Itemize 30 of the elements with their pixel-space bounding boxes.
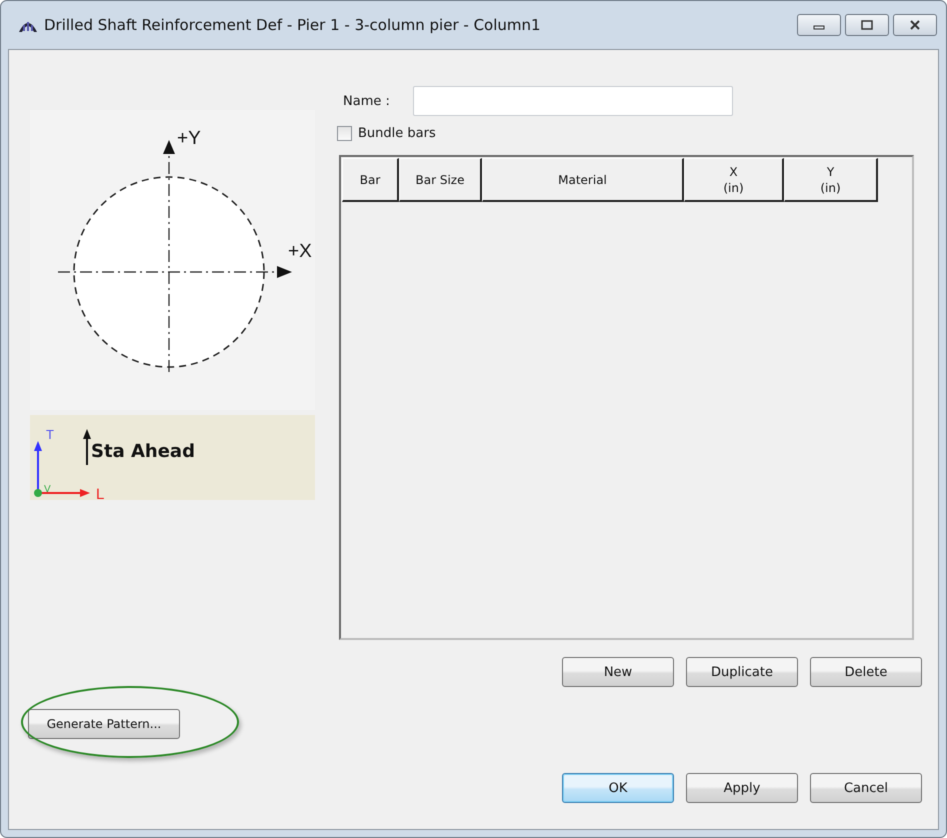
minimize-button[interactable] [797, 14, 841, 36]
l-axis-label: L [96, 486, 104, 500]
y-axis-label: +Y [177, 128, 201, 149]
generate-pattern-button[interactable]: Generate Pattern... [28, 709, 180, 739]
station-arrow [83, 429, 91, 465]
dialog-button[interactable]: OK [562, 773, 674, 803]
column-header: Bar [342, 158, 399, 202]
column-header: Material [482, 158, 684, 202]
column-header: Y (in) [784, 158, 878, 202]
bundle-bars-label: Bundle bars [358, 126, 436, 140]
v-axis-label: V [44, 484, 51, 495]
column-header: Bar Size [399, 158, 482, 202]
dialog-button[interactable]: Apply [686, 773, 798, 803]
close-button[interactable] [893, 14, 937, 36]
x-axis-label: +X [288, 241, 312, 262]
t-axis-label: T [46, 427, 54, 442]
bundle-bars-checkbox[interactable] [337, 126, 352, 140]
name-label: Name : [343, 94, 391, 108]
window-title: Drilled Shaft Reinforcement Def - Pier 1 - 3-column pier - Column1 [44, 16, 541, 34]
name-field[interactable] [413, 86, 733, 116]
close-icon [908, 20, 922, 30]
dialog-button[interactable]: Cancel [810, 773, 922, 803]
maximize-button[interactable] [845, 14, 889, 36]
origin-dot [34, 489, 42, 497]
table-action-button[interactable]: Duplicate [686, 657, 798, 687]
direction-label: Sta Ahead [91, 441, 195, 462]
table-action-button[interactable]: Delete [810, 657, 922, 687]
column-header: X (in) [684, 158, 784, 202]
maximize-icon [860, 20, 874, 30]
table-action-button[interactable]: New [562, 657, 674, 687]
